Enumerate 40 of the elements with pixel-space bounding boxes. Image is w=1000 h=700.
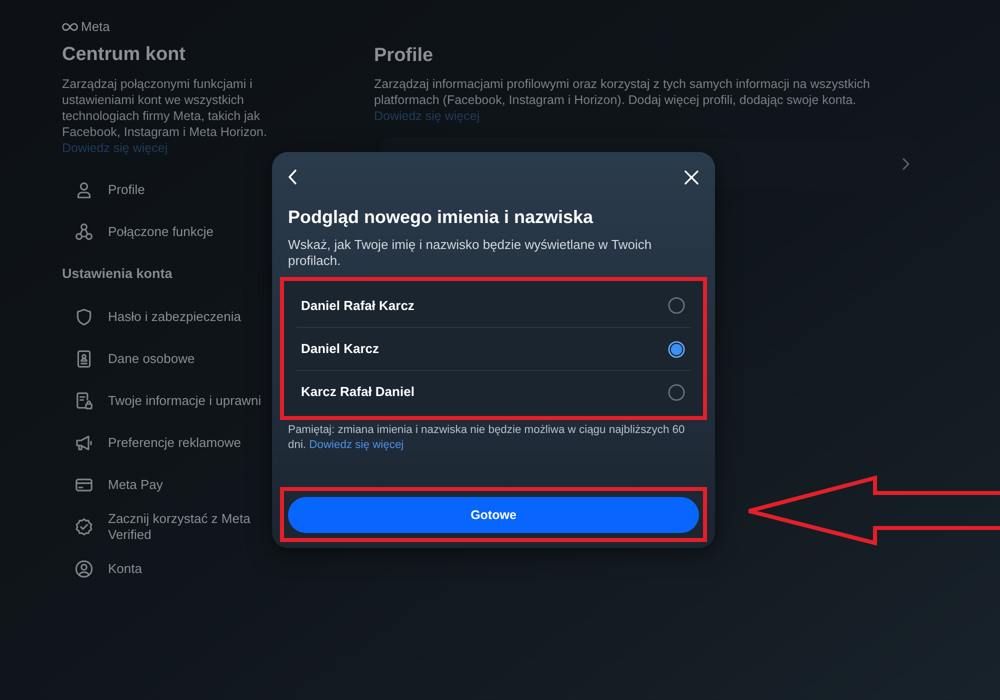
description-text: Zarządzaj informacjami profilowymi oraz korzystaj z tych samych informacji na wszystkich platformach (Facebook, Instagram i Horizon). Dodaj więcej profili, dodając swoje konta. — [374, 76, 871, 108]
sidebar-item[interactable]: Połączone funkcje — [62, 211, 270, 253]
chevron-left-icon — [288, 169, 297, 185]
id-card-icon — [75, 350, 93, 368]
sidebar-item[interactable]: Preferencje reklamowe — [62, 422, 270, 464]
connected-circles-icon — [75, 223, 93, 241]
megaphone-icon — [75, 434, 93, 452]
dialog-subtitle: Wskaż, jak Twoje imię i nazwisko będzie wyświetlane w Twoich profilach. — [288, 237, 653, 269]
sidebar-item[interactable]: Dane osobowe — [62, 338, 270, 380]
person-icon — [75, 181, 93, 199]
page-title: Centrum kont — [62, 43, 186, 67]
credit-card-icon — [75, 476, 93, 494]
sidebar-item[interactable]: Profile — [62, 169, 270, 211]
document-lock-icon — [75, 392, 93, 410]
dialog-title: Podgląd nowego imienia i nazwiska — [288, 206, 594, 229]
chevron-right-icon[interactable] — [902, 158, 910, 170]
name-option[interactable]: Daniel Karcz — [284, 328, 703, 370]
close-icon — [684, 170, 698, 184]
sidebar-item[interactable]: Zacznij korzystać z Meta Verified — [62, 506, 270, 548]
radio-button[interactable] — [668, 297, 685, 314]
radio-button[interactable] — [668, 340, 685, 358]
infinity-logo-icon — [62, 23, 78, 31]
person-circle-icon — [75, 560, 93, 578]
sidebar-item[interactable]: Meta Pay — [62, 464, 270, 506]
verified-badge-icon — [75, 518, 93, 536]
radio-button[interactable] — [668, 384, 685, 400]
done-button[interactable]: Gotowe — [288, 497, 699, 533]
brand-name: Meta — [81, 20, 110, 34]
sidebar-item[interactable]: Hasło i zabezpieczenia — [62, 296, 270, 338]
section-title: Profile — [374, 44, 434, 68]
note-text: Pamiętaj: zmiana imienia i nazwiska nie będzie możliwa w ciągu najbliższych 60 dni. Dowiedz się więcej — [288, 423, 686, 453]
sidebar-item[interactable]: Twoje informacje i uprawni — [62, 380, 270, 422]
description-text: Zarządzaj połączonymi funkcjami i ustawieniami kont we wszystkich technologiach firmy Meta, takich jak Facebook, Instagram i Meta Horizon. — [62, 76, 268, 140]
close-button[interactable] — [683, 169, 699, 185]
sidebar-item[interactable]: Konta — [62, 548, 270, 590]
learn-more-link[interactable]: Dowiedz się więcej — [309, 439, 404, 451]
shield-icon — [75, 308, 93, 326]
name-option[interactable]: Daniel Rafał Karcz — [284, 284, 703, 327]
section-heading: Ustawienia konta — [62, 265, 172, 283]
name-option[interactable]: Karcz Rafał Daniel — [284, 371, 703, 413]
